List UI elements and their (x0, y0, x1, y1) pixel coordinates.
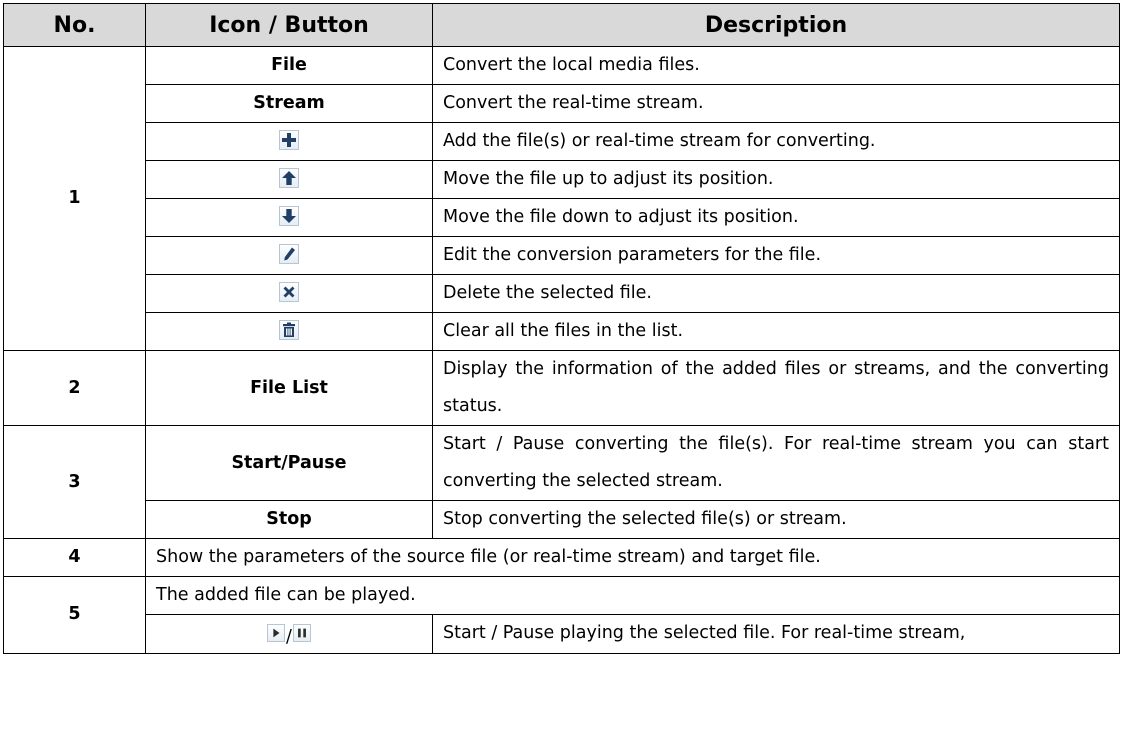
header-row: No. Icon / Button Description (3, 3, 1120, 47)
table-row: 2 File List Display the information of t… (3, 350, 1120, 426)
pencil-icon (279, 244, 299, 264)
plus-icon (279, 130, 299, 150)
stream-button-label: Stream (145, 84, 433, 123)
table-row: 1 File Convert the local media files. (3, 46, 1120, 351)
row-number: 2 (3, 350, 146, 426)
file-list-description: Display the information of the added fil… (432, 350, 1120, 426)
table-row: Move the file up to adjust its position. (4, 160, 1120, 199)
clear-description: Clear all the files in the list. (432, 312, 1120, 351)
start-pause-description: Start / Pause converting the file(s). Fo… (432, 425, 1120, 501)
play-pause-icon-cell: / (145, 614, 433, 654)
header-icon-button: Icon / Button (145, 3, 433, 47)
up-icon-cell (145, 160, 433, 199)
parameters-description: Show the parameters of the source file (… (145, 538, 1120, 577)
row-number: 5 (3, 576, 146, 654)
close-icon (279, 282, 299, 302)
arrow-down-icon (279, 206, 299, 226)
row-number: 3 (3, 425, 146, 539)
edit-icon-cell (145, 236, 433, 275)
stop-label: Stop (145, 500, 433, 539)
table-row: / Start / Pause playing the selected fil… (4, 614, 1120, 654)
row-number: 4 (3, 538, 146, 577)
table-row: 4 Show the parameters of the source file… (3, 538, 1120, 577)
icon-separator: / (286, 627, 292, 647)
edit-description: Edit the conversion parameters for the f… (432, 236, 1120, 275)
header-no: No. (3, 3, 146, 47)
start-pause-label: Start/Pause (145, 425, 433, 501)
function-table: No. Icon / Button Description 1 File Con… (3, 3, 1120, 654)
file-button-label: File (145, 46, 433, 85)
table-row: Add the file(s) or real-time stream for … (4, 122, 1120, 161)
stop-description: Stop converting the selected file(s) or … (432, 500, 1120, 539)
table-row: 3 Start/Pause Start / Pause converting t… (3, 425, 1120, 539)
delete-description: Delete the selected file. (432, 274, 1120, 313)
table-row: Stop Stop converting the selected file(s… (4, 500, 1120, 539)
stream-description: Convert the real-time stream. (432, 84, 1120, 123)
table-row: Clear all the files in the list. (4, 312, 1120, 351)
play-pause-description: Start / Pause playing the selected file.… (432, 614, 1120, 654)
delete-icon-cell (145, 274, 433, 313)
file-description: Convert the local media files. (432, 46, 1120, 85)
pause-icon (292, 623, 311, 642)
add-description: Add the file(s) or real-time stream for … (432, 122, 1120, 161)
up-description: Move the file up to adjust its position. (432, 160, 1120, 199)
table-row: 5 The added file can be played. (3, 576, 1120, 654)
table-row: Stream Convert the real-time stream. (4, 84, 1120, 123)
file-list-label: File List (145, 350, 433, 426)
playback-description: The added file can be played. (145, 576, 1120, 615)
down-icon-cell (145, 198, 433, 237)
down-description: Move the file down to adjust its positio… (432, 198, 1120, 237)
table-row: Edit the conversion parameters for the f… (4, 236, 1120, 275)
table-row: Delete the selected file. (4, 274, 1120, 313)
clear-icon-cell (145, 312, 433, 351)
row-number: 1 (3, 46, 146, 351)
header-description: Description (432, 3, 1120, 47)
arrow-up-icon (279, 168, 299, 188)
trash-icon (279, 320, 299, 340)
add-icon-cell (145, 122, 433, 161)
table-row: Move the file down to adjust its positio… (4, 198, 1120, 237)
play-icon (267, 623, 286, 642)
